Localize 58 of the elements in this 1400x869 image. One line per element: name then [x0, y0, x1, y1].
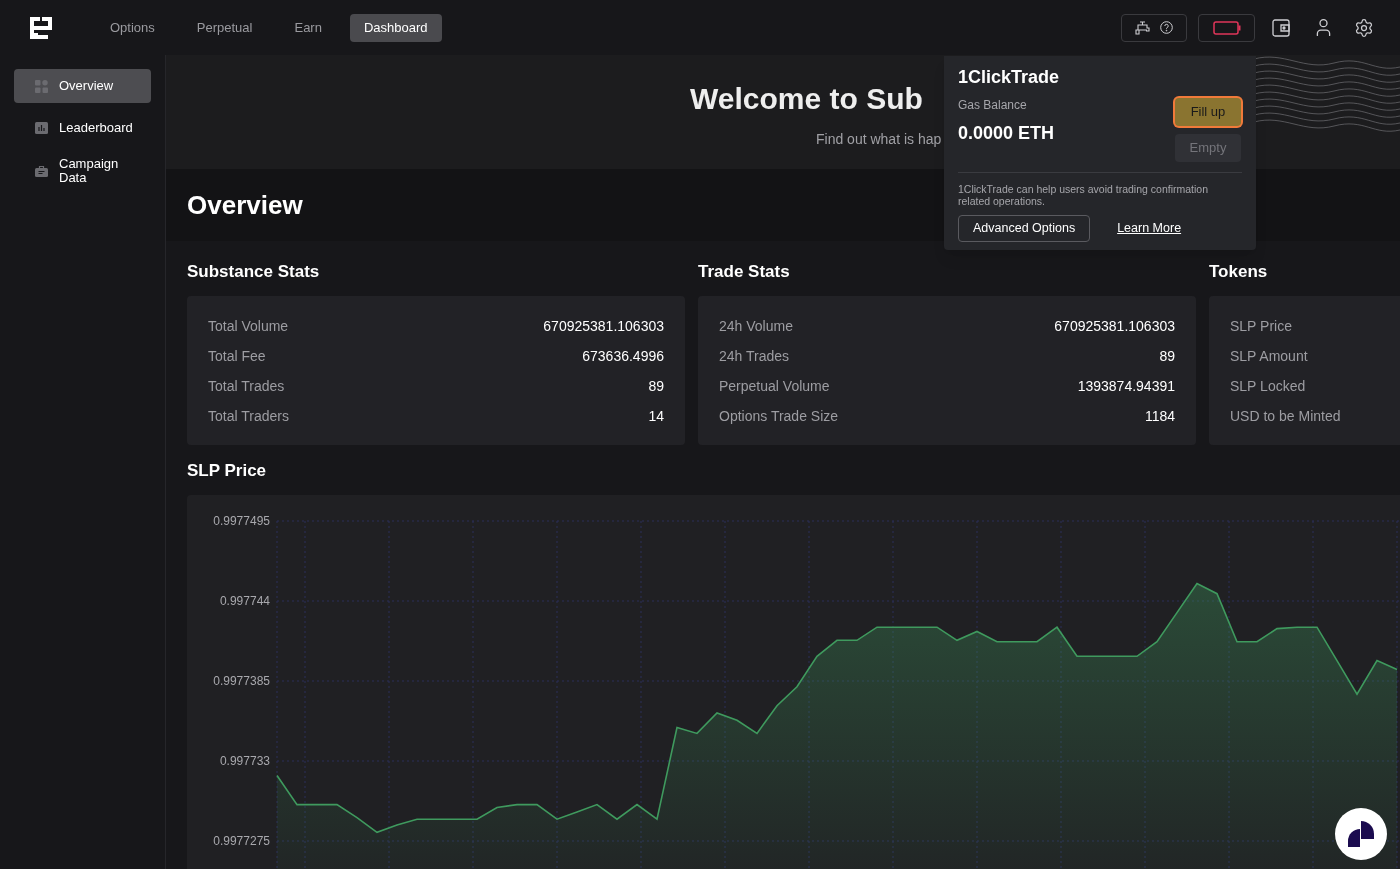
- stat-label: USD to be Minted: [1230, 407, 1341, 426]
- stat-value: 14: [648, 407, 664, 426]
- nav-tab[interactable]: Dashboard: [349, 13, 442, 42]
- stat-label: SLP Price: [1230, 317, 1292, 336]
- bar-chart-icon: [35, 122, 48, 134]
- stat-label: Total Traders: [208, 407, 289, 426]
- stat-label: Perpetual Volume: [719, 377, 830, 396]
- battery-icon: [1212, 20, 1241, 35]
- help-icon: [1160, 21, 1173, 34]
- stat-value: 673636.4996: [582, 347, 664, 366]
- y-tick-label: 0.9977495: [213, 514, 270, 528]
- stat-value: 89: [648, 377, 664, 396]
- balance-label: Gas Balance: [958, 97, 1028, 114]
- stat-value: 670925381.106303: [1054, 317, 1175, 336]
- faucet-icon: [1135, 20, 1150, 35]
- fill-up-button[interactable]: Fill up: [1175, 98, 1241, 126]
- welcome-title: Welcome to Sub: [690, 81, 923, 117]
- settings-icon[interactable]: [1354, 17, 1374, 38]
- section-heading: Tokens: [1209, 262, 1269, 282]
- balance-value: 0.0000 ETH: [958, 122, 1056, 145]
- page-title: Overview: [187, 188, 303, 222]
- stat-value: 1393874.94391: [1077, 377, 1175, 396]
- advanced-options-button[interactable]: Advanced Options: [958, 215, 1091, 242]
- logo[interactable]: [28, 14, 54, 41]
- stat-label: Total Volume: [208, 317, 289, 336]
- chat-logo-icon: [1347, 821, 1375, 847]
- stat-label: SLP Locked: [1230, 377, 1306, 396]
- y-tick-label: 0.997744: [219, 594, 270, 608]
- wallet-icon[interactable]: [1272, 18, 1290, 37]
- stat-label: Total Fee: [208, 347, 266, 366]
- sidebar-item[interactable]: Overview: [14, 69, 151, 103]
- y-tick-label: 0.997733: [219, 754, 270, 768]
- stat-label: Total Trades: [208, 377, 285, 396]
- nav-tab[interactable]: Earn: [280, 13, 336, 42]
- y-tick-label: 0.9977385: [213, 674, 270, 688]
- nav-tab[interactable]: Perpetual: [182, 13, 267, 42]
- nav-tab[interactable]: Options: [96, 13, 169, 42]
- welcome-subtitle: Find out what is hap: [816, 130, 942, 149]
- stat-label: SLP Amount: [1230, 347, 1308, 366]
- battery-button[interactable]: [1198, 13, 1255, 42]
- stat-value: 89: [1159, 347, 1175, 366]
- sidebar-item[interactable]: Leaderboard: [14, 111, 151, 145]
- stat-value: 670925381.106303: [543, 317, 664, 336]
- popover-description: 1ClickTrade can help users avoid trading confirmation related operations.: [958, 183, 1209, 207]
- section-heading: Trade Stats: [698, 262, 791, 282]
- section-heading: Substance Stats: [187, 262, 321, 282]
- sidebar-item[interactable]: Campaign Data: [14, 153, 151, 189]
- briefcase-icon: [35, 165, 48, 177]
- stat-label: Options Trade Size: [719, 407, 839, 426]
- stat-value: 1184: [1144, 407, 1175, 426]
- learn-more-link[interactable]: Learn More: [1117, 219, 1182, 238]
- grid-icon: [35, 79, 48, 93]
- y-tick-label: 0.9977275: [213, 834, 270, 848]
- popover-title: 1ClickTrade: [958, 66, 1060, 88]
- section-heading: SLP Price: [187, 461, 268, 481]
- stat-label: 24h Trades: [719, 347, 790, 366]
- faucet-help-button[interactable]: [1121, 13, 1187, 42]
- stat-label: 24h Volume: [719, 317, 793, 336]
